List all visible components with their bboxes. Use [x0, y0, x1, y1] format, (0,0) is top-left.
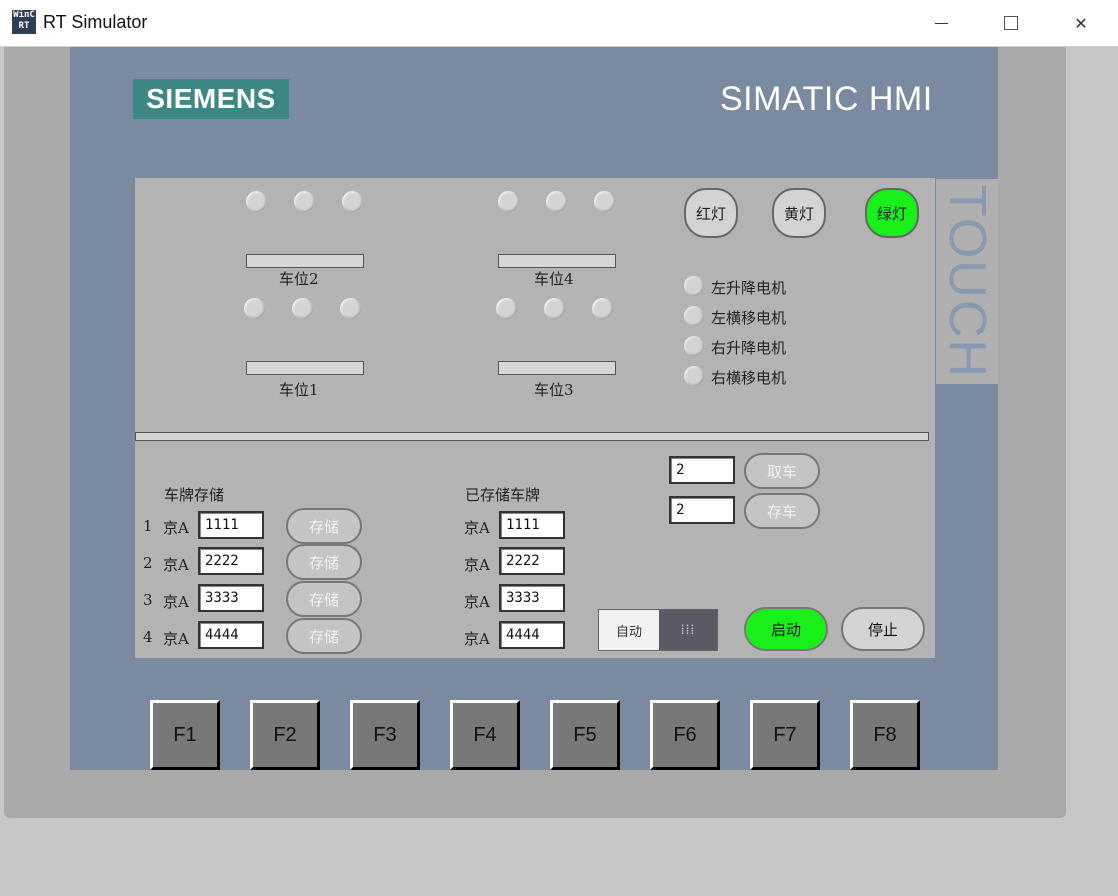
- store-button-3[interactable]: 存储: [286, 581, 362, 617]
- stored-plate-4[interactable]: 4444: [499, 621, 565, 649]
- function-key-f5[interactable]: F5: [550, 700, 620, 770]
- slot2-lamp-3: [342, 191, 363, 212]
- slot4-lamp-2: [546, 191, 567, 212]
- function-key-f4[interactable]: F4: [450, 700, 520, 770]
- slot1-lamp-2: [292, 298, 313, 319]
- store-button-4[interactable]: 存储: [286, 618, 362, 654]
- slot4-bar: [498, 254, 616, 268]
- stored-row-prefix: 京A: [464, 630, 490, 648]
- plate-input-4[interactable]: 4444: [198, 621, 264, 649]
- divider-bar: [135, 432, 929, 441]
- stored-row-prefix: 京A: [464, 519, 490, 537]
- slot3-label: 车位3: [534, 381, 574, 399]
- slot1-bar: [246, 361, 364, 375]
- function-key-f7[interactable]: F7: [750, 700, 820, 770]
- start-button[interactable]: 启动: [744, 607, 828, 651]
- stored-plate-2[interactable]: 2222: [499, 547, 565, 575]
- app-icon-top: WinC: [13, 10, 35, 20]
- storage-row-index: 2: [143, 554, 153, 572]
- park-slot-input[interactable]: 2: [669, 496, 735, 524]
- touch-strip: TOUCH: [936, 179, 998, 384]
- storage-row-prefix: 京A: [163, 556, 189, 574]
- app-icon-bottom: RT: [18, 21, 30, 31]
- auto-mode-label: 自动: [615, 624, 642, 640]
- storage-row-index: 3: [143, 591, 153, 609]
- app-icon: WinC RT: [12, 10, 36, 34]
- storage-row-prefix: 京A: [163, 630, 189, 648]
- function-key-f8[interactable]: F8: [850, 700, 920, 770]
- slot1-lamp-3: [340, 298, 361, 319]
- stored-row-prefix: 京A: [464, 593, 490, 611]
- stored-plate-1[interactable]: 1111: [499, 511, 565, 539]
- function-key-f6[interactable]: F6: [650, 700, 720, 770]
- motor-label-1: 左升降电机: [711, 279, 787, 297]
- slot3-lamp-1: [496, 298, 517, 319]
- motor-label-2: 左横移电机: [711, 309, 787, 327]
- slot2-bar: [246, 254, 364, 268]
- motor-indicator-1: [684, 276, 704, 296]
- close-button[interactable]: ✕: [1046, 0, 1116, 46]
- slot3-lamp-2: [544, 298, 565, 319]
- motor-indicator-2: [684, 306, 704, 326]
- stop-button[interactable]: 停止: [841, 607, 925, 651]
- stored-title: 已存储车牌: [465, 486, 541, 504]
- store-button-1[interactable]: 存储: [286, 508, 362, 544]
- yellow-light-button[interactable]: 黄灯: [772, 188, 826, 238]
- stored-plate-3[interactable]: 3333: [499, 584, 565, 612]
- slot3-bar: [498, 361, 616, 375]
- motor-indicator-3: [684, 336, 704, 356]
- minimize-icon: [934, 22, 948, 24]
- slot1-lamp-1: [244, 298, 265, 319]
- close-icon: ✕: [1074, 13, 1088, 33]
- storage-row-index: 4: [143, 628, 153, 646]
- motor-label-3: 右升降电机: [711, 339, 787, 357]
- retrieve-car-button[interactable]: 取车: [744, 453, 820, 489]
- brand-logo: SIEMENS: [133, 79, 289, 119]
- function-key-f3[interactable]: F3: [350, 700, 420, 770]
- slot2-label: 车位2: [279, 270, 319, 288]
- stored-row-prefix: 京A: [464, 556, 490, 574]
- model-label: SIMATIC HMI: [720, 80, 933, 118]
- auto-mode-switch[interactable]: 自动 ⁞⁞⁞: [598, 609, 718, 651]
- slot4-lamp-1: [498, 191, 519, 212]
- switch-knob-icon[interactable]: ⁞⁞⁞: [659, 610, 717, 650]
- red-light-button[interactable]: 红灯: [684, 188, 738, 238]
- slot4-lamp-3: [594, 191, 615, 212]
- maximize-icon: [1004, 16, 1018, 30]
- motor-indicator-4: [684, 366, 704, 386]
- slot2-lamp-1: [246, 191, 267, 212]
- touch-label: TOUCH: [938, 184, 996, 379]
- store-button-2[interactable]: 存储: [286, 544, 362, 580]
- slot4-label: 车位4: [534, 270, 574, 288]
- slot2-lamp-2: [294, 191, 315, 212]
- function-key-f2[interactable]: F2: [250, 700, 320, 770]
- storage-row-index: 1: [143, 517, 153, 535]
- retrieve-slot-input[interactable]: 2: [669, 456, 735, 484]
- motor-label-4: 右横移电机: [711, 369, 787, 387]
- plate-input-2[interactable]: 2222: [198, 547, 264, 575]
- slot1-label: 车位1: [279, 381, 319, 399]
- maximize-button[interactable]: [976, 0, 1046, 46]
- minimize-button[interactable]: [906, 0, 976, 46]
- plate-input-3[interactable]: 3333: [198, 584, 264, 612]
- hmi-screen: 车位2 车位4 车位1 车位3 红灯 黄灯 绿灯 左升降电机 左横移电机 右升降…: [135, 178, 935, 658]
- park-car-button[interactable]: 存车: [744, 493, 820, 529]
- storage-title: 车牌存储: [164, 486, 225, 504]
- window-title: RT Simulator: [43, 12, 148, 32]
- storage-row-prefix: 京A: [163, 519, 189, 537]
- function-key-f1[interactable]: F1: [150, 700, 220, 770]
- storage-row-prefix: 京A: [163, 593, 189, 611]
- window-titlebar: WinC RT RT Simulator ✕: [0, 0, 1118, 47]
- green-light-button[interactable]: 绿灯: [865, 188, 919, 238]
- slot3-lamp-3: [592, 298, 613, 319]
- plate-input-1[interactable]: 1111: [198, 511, 264, 539]
